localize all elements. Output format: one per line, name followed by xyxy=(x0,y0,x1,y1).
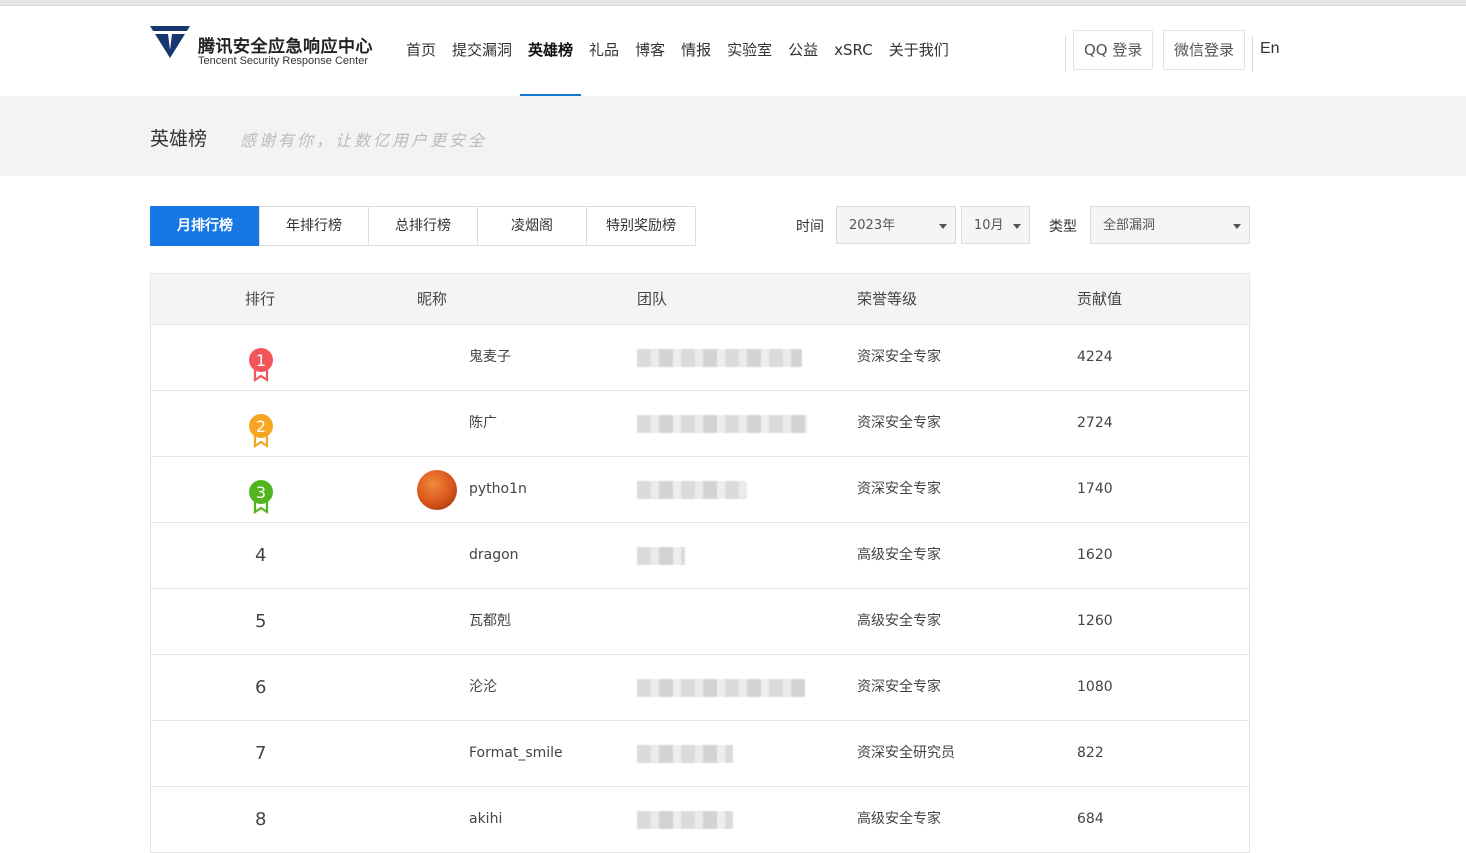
tab-monthly[interactable]: 月排行榜 xyxy=(150,206,260,246)
caret-down-icon xyxy=(939,224,947,229)
contribution-score: 684 xyxy=(1077,811,1104,827)
table-row: 3 pytho1n 资深安全专家 1740 xyxy=(151,457,1249,523)
contribution-score: 822 xyxy=(1077,745,1104,761)
honor-level: 资深安全专家 xyxy=(857,415,941,431)
team-name-redacted xyxy=(637,349,802,367)
team-name-redacted xyxy=(637,811,733,829)
table-body: 1 鬼麦子 资深安全专家 4224 2 陈广 资深安全专家 2724 3 pytho1n 资深安全专… xyxy=(151,325,1249,853)
page-banner: 英雄榜 感谢有你，让数亿用户更安全 xyxy=(0,96,1466,176)
nav-blog[interactable]: 博客 xyxy=(627,6,673,96)
leaderboard-table: 排行 昵称 团队 荣誉等级 贡献值 1 鬼麦子 资深安全专家 4224 2 陈广 资深安全专… xyxy=(150,273,1250,853)
rank-medal-icon: 3 xyxy=(249,480,273,515)
rank-number: 7 xyxy=(255,743,267,764)
rank-number: 6 xyxy=(255,677,267,698)
logo-title[interactable]: 腾讯安全应急响应中心 xyxy=(198,32,373,57)
nickname[interactable]: 鬼麦子 xyxy=(469,325,511,390)
contribution-score: 1740 xyxy=(1077,481,1113,497)
rank-number: 8 xyxy=(255,809,267,830)
site-header: 腾讯安全应急响应中心 Tencent Security Response Cen… xyxy=(0,6,1466,96)
type-select-value: 全部漏洞 xyxy=(1103,218,1156,233)
caret-down-icon xyxy=(1013,224,1021,229)
tab-special-reward[interactable]: 特别奖励榜 xyxy=(586,206,696,246)
team-name-redacted xyxy=(637,679,805,697)
header-score: 贡献值 xyxy=(1077,290,1123,308)
header-divider xyxy=(1065,36,1066,72)
tab-yearly[interactable]: 年排行榜 xyxy=(259,206,369,246)
rank-number: 5 xyxy=(255,611,267,632)
table-row: 8 akihi 高级安全专家 684 xyxy=(151,787,1249,853)
avatar[interactable] xyxy=(417,470,457,510)
rank-medal-icon: 1 xyxy=(249,348,273,383)
header-level: 荣誉等级 xyxy=(857,290,918,308)
nickname[interactable]: pytho1n xyxy=(469,457,527,522)
honor-level: 资深安全专家 xyxy=(857,349,941,365)
honor-level: 高级安全专家 xyxy=(857,547,941,563)
nav-intel[interactable]: 情报 xyxy=(673,6,719,96)
table-row: 1 鬼麦子 资深安全专家 4224 xyxy=(151,325,1249,391)
table-row: 7 Format_smile 资深安全研究员 822 xyxy=(151,721,1249,787)
honor-level: 高级安全专家 xyxy=(857,811,941,827)
logo-subtitle[interactable]: Tencent Security Response Center xyxy=(198,55,368,67)
contribution-score: 1080 xyxy=(1077,679,1113,695)
rank-number: 3 xyxy=(256,483,266,502)
nickname[interactable]: Format_smile xyxy=(469,721,563,786)
nickname[interactable]: dragon xyxy=(469,523,519,588)
month-select[interactable]: 10月 xyxy=(961,206,1030,244)
nickname[interactable]: 陈广 xyxy=(469,391,497,456)
nav-xsrc[interactable]: xSRC xyxy=(826,6,881,96)
nav-hall-of-fame[interactable]: 英雄榜 xyxy=(520,6,582,96)
honor-level: 高级安全专家 xyxy=(857,613,941,629)
time-filter-label: 时间 xyxy=(796,219,824,235)
honor-level: 资深安全专家 xyxy=(857,481,941,497)
page-title: 英雄榜 xyxy=(150,128,208,150)
nickname[interactable]: 沦沦 xyxy=(469,655,497,720)
table-header: 排行 昵称 团队 荣誉等级 贡献值 xyxy=(151,274,1249,325)
contribution-score: 1620 xyxy=(1077,547,1113,563)
rank-medal-icon: 2 xyxy=(249,414,273,449)
type-filter-label: 类型 xyxy=(1049,219,1077,235)
team-name-redacted xyxy=(637,415,807,433)
month-select-value: 10月 xyxy=(974,218,1004,233)
nav-submit-vuln[interactable]: 提交漏洞 xyxy=(444,6,520,96)
team-name-redacted xyxy=(637,481,747,499)
rank-number: 2 xyxy=(256,417,266,436)
tab-lingyange[interactable]: 凌烟阁 xyxy=(477,206,587,246)
tab-total[interactable]: 总排行榜 xyxy=(368,206,478,246)
team-name-redacted xyxy=(637,547,685,565)
qq-login-button[interactable]: QQ 登录 xyxy=(1073,30,1154,70)
header-nickname: 昵称 xyxy=(417,290,448,308)
language-switch[interactable]: En xyxy=(1260,40,1280,58)
header-divider xyxy=(1252,36,1253,72)
caret-down-icon xyxy=(1233,224,1241,229)
nav-charity[interactable]: 公益 xyxy=(780,6,826,96)
year-select[interactable]: 2023年 xyxy=(836,206,956,244)
ranking-tabs: 月排行榜 年排行榜 总排行榜 凌烟阁 特别奖励榜 xyxy=(150,206,696,246)
nav-home[interactable]: 首页 xyxy=(398,6,444,96)
table-row: 2 陈广 资深安全专家 2724 xyxy=(151,391,1249,457)
tencent-security-logo-icon[interactable] xyxy=(150,26,190,60)
nickname[interactable]: 瓦都剋 xyxy=(469,589,511,654)
rank-number: 4 xyxy=(255,545,267,566)
team-name-redacted xyxy=(637,745,733,763)
table-row: 4 dragon 高级安全专家 1620 xyxy=(151,523,1249,589)
contribution-score: 1260 xyxy=(1077,613,1113,629)
main-nav: 首页 提交漏洞 英雄榜 礼品 博客 情报 实验室 公益 xSRC 关于我们 xyxy=(398,6,957,96)
table-row: 5 瓦都剋 高级安全专家 1260 xyxy=(151,589,1249,655)
rank-number: 1 xyxy=(256,351,266,370)
year-select-value: 2023年 xyxy=(849,218,896,233)
type-select[interactable]: 全部漏洞 xyxy=(1090,206,1250,244)
nickname[interactable]: akihi xyxy=(469,787,502,852)
wechat-login-button[interactable]: 微信登录 xyxy=(1163,30,1246,70)
header-team: 团队 xyxy=(637,290,668,308)
table-row: 6 沦沦 资深安全专家 1080 xyxy=(151,655,1249,721)
nav-about[interactable]: 关于我们 xyxy=(881,6,957,96)
honor-level: 资深安全研究员 xyxy=(857,745,955,761)
contribution-score: 2724 xyxy=(1077,415,1113,431)
header-rank: 排行 xyxy=(245,290,276,308)
page-subtitle: 感谢有你，让数亿用户更安全 xyxy=(240,131,488,150)
nav-gifts[interactable]: 礼品 xyxy=(581,6,627,96)
contribution-score: 4224 xyxy=(1077,349,1113,365)
nav-lab[interactable]: 实验室 xyxy=(719,6,780,96)
honor-level: 资深安全专家 xyxy=(857,679,941,695)
